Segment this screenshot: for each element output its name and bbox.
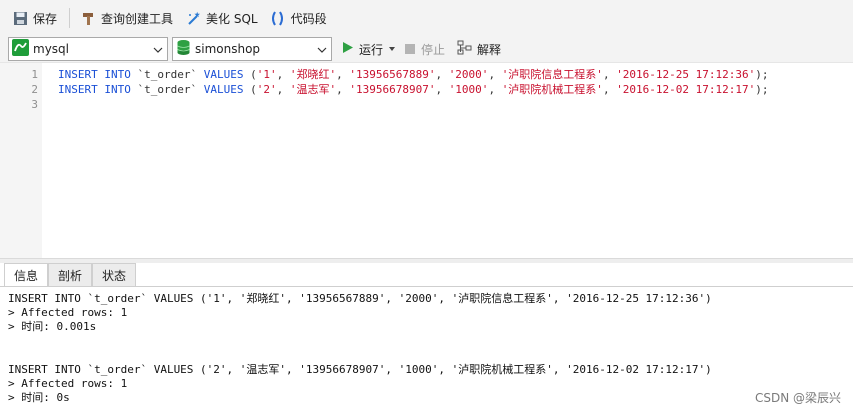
sql-punct: ( [243,68,257,81]
save-button[interactable]: 保存 [8,6,61,30]
line-number-gutter: 1 2 3 [0,63,42,259]
sql-editor[interactable]: 1 2 3 INSERT INTO `t_order` VALUES ('1',… [0,62,853,259]
message-line: > 时间: 0s [8,391,70,404]
watermark-text: CSDN @梁辰兴 [754,391,841,405]
result-tabs: 信息 剖析 状态 [4,263,137,286]
magic-wand-icon [185,10,201,26]
play-icon [342,41,354,57]
sql-string: '2016-12-02 17:12:17' [616,83,756,96]
save-label: 保存 [33,11,58,26]
sql-string: '1000' [448,83,489,96]
line-number: 2 [31,83,38,96]
sql-punct: , [602,68,617,81]
message-output-panel: INSERT INTO `t_order` VALUES ('1', '郑晓红'… [0,286,853,414]
tab-status[interactable]: 状态 [92,263,137,286]
connection-value: mysql [33,42,69,56]
sql-punct: , [276,83,290,96]
toolbar-divider [69,8,71,28]
message-line: > Affected rows: 1 [8,306,128,319]
sql-keyword: VALUES [203,83,244,96]
sql-string: '2000' [448,68,489,81]
run-dropdown-caret-icon[interactable] [389,47,396,51]
database-select[interactable]: simonshop [172,37,332,61]
sql-punct: , [336,83,350,96]
beautify-sql-button[interactable]: 美化 SQL [181,6,262,30]
mysql-icon [12,39,29,59]
sql-punct: , [276,68,290,81]
stop-label: 停止 [421,42,446,57]
sql-string: '1' [256,68,277,81]
sql-table-name: `t_order` [130,68,204,81]
sql-string: '2' [256,83,277,96]
sql-code-line[interactable]: INSERT INTO `t_order` VALUES ('1', '郑晓红'… [58,68,769,82]
stop-icon [405,44,416,54]
tab-info[interactable]: 信息 [4,263,49,286]
sql-punct: , [488,83,502,96]
sql-keyword: INSERT INTO [58,83,131,96]
query-builder-button[interactable]: 查询创建工具 [76,6,177,30]
message-line: > 时间: 0.001s [8,320,97,333]
main-toolbar: 保存 查询创建工具 美化 SQL 代码段 [0,0,853,36]
sql-string: '泸职院信息工程系' [501,68,603,81]
message-line: INSERT INTO `t_order` VALUES ('1', '郑晓红'… [8,292,712,305]
sql-string: '泸职院机械工程系' [501,83,603,96]
explain-icon [457,40,473,58]
sql-punct: ); [755,83,769,96]
hammer-icon [80,10,96,26]
explain-button[interactable]: 解释 [457,40,501,58]
sql-code-line[interactable]: INSERT INTO `t_order` VALUES ('2', '温志军'… [58,83,769,97]
save-icon [12,10,28,26]
connection-select[interactable]: mysql [8,37,168,61]
connection-toolbar: mysql simonshop 运行 停止 解释 [0,36,853,62]
chevron-down-icon [153,44,163,54]
sql-punct: ( [243,83,257,96]
message-line: INSERT INTO `t_order` VALUES ('2', '温志军'… [8,363,712,376]
tab-profile[interactable]: 剖析 [48,263,93,286]
code-snippet-label: 代码段 [290,11,327,26]
code-snippet-button[interactable]: 代码段 [266,6,331,30]
sql-table-name: `t_order` [130,83,204,96]
parentheses-icon [270,10,286,26]
run-button[interactable]: 运行 [342,41,396,58]
sql-keyword: INSERT INTO [58,68,131,81]
sql-string: '郑晓红' [289,68,337,81]
sql-punct: ); [755,68,769,81]
beautify-sql-label: 美化 SQL [206,11,258,26]
query-builder-label: 查询创建工具 [101,11,174,26]
chevron-down-icon [317,44,327,54]
line-number: 3 [31,98,38,111]
sql-punct: , [435,83,449,96]
message-line: > Affected rows: 1 [8,377,128,390]
sql-string: '2016-12-25 17:12:36' [616,68,756,81]
sql-string: '13956678907' [349,83,436,96]
stop-button[interactable]: 停止 [405,41,445,58]
database-value: simonshop [195,42,261,56]
database-icon [176,39,191,59]
sql-string: '13956567889' [349,68,436,81]
sql-string: '温志军' [289,83,337,96]
sql-keyword: VALUES [203,68,244,81]
sql-punct: , [336,68,350,81]
sql-punct: , [488,68,502,81]
line-number: 1 [31,68,38,81]
sql-punct: , [435,68,449,81]
sql-punct: , [602,83,617,96]
run-label: 运行 [359,42,384,57]
explain-label: 解释 [477,42,502,57]
